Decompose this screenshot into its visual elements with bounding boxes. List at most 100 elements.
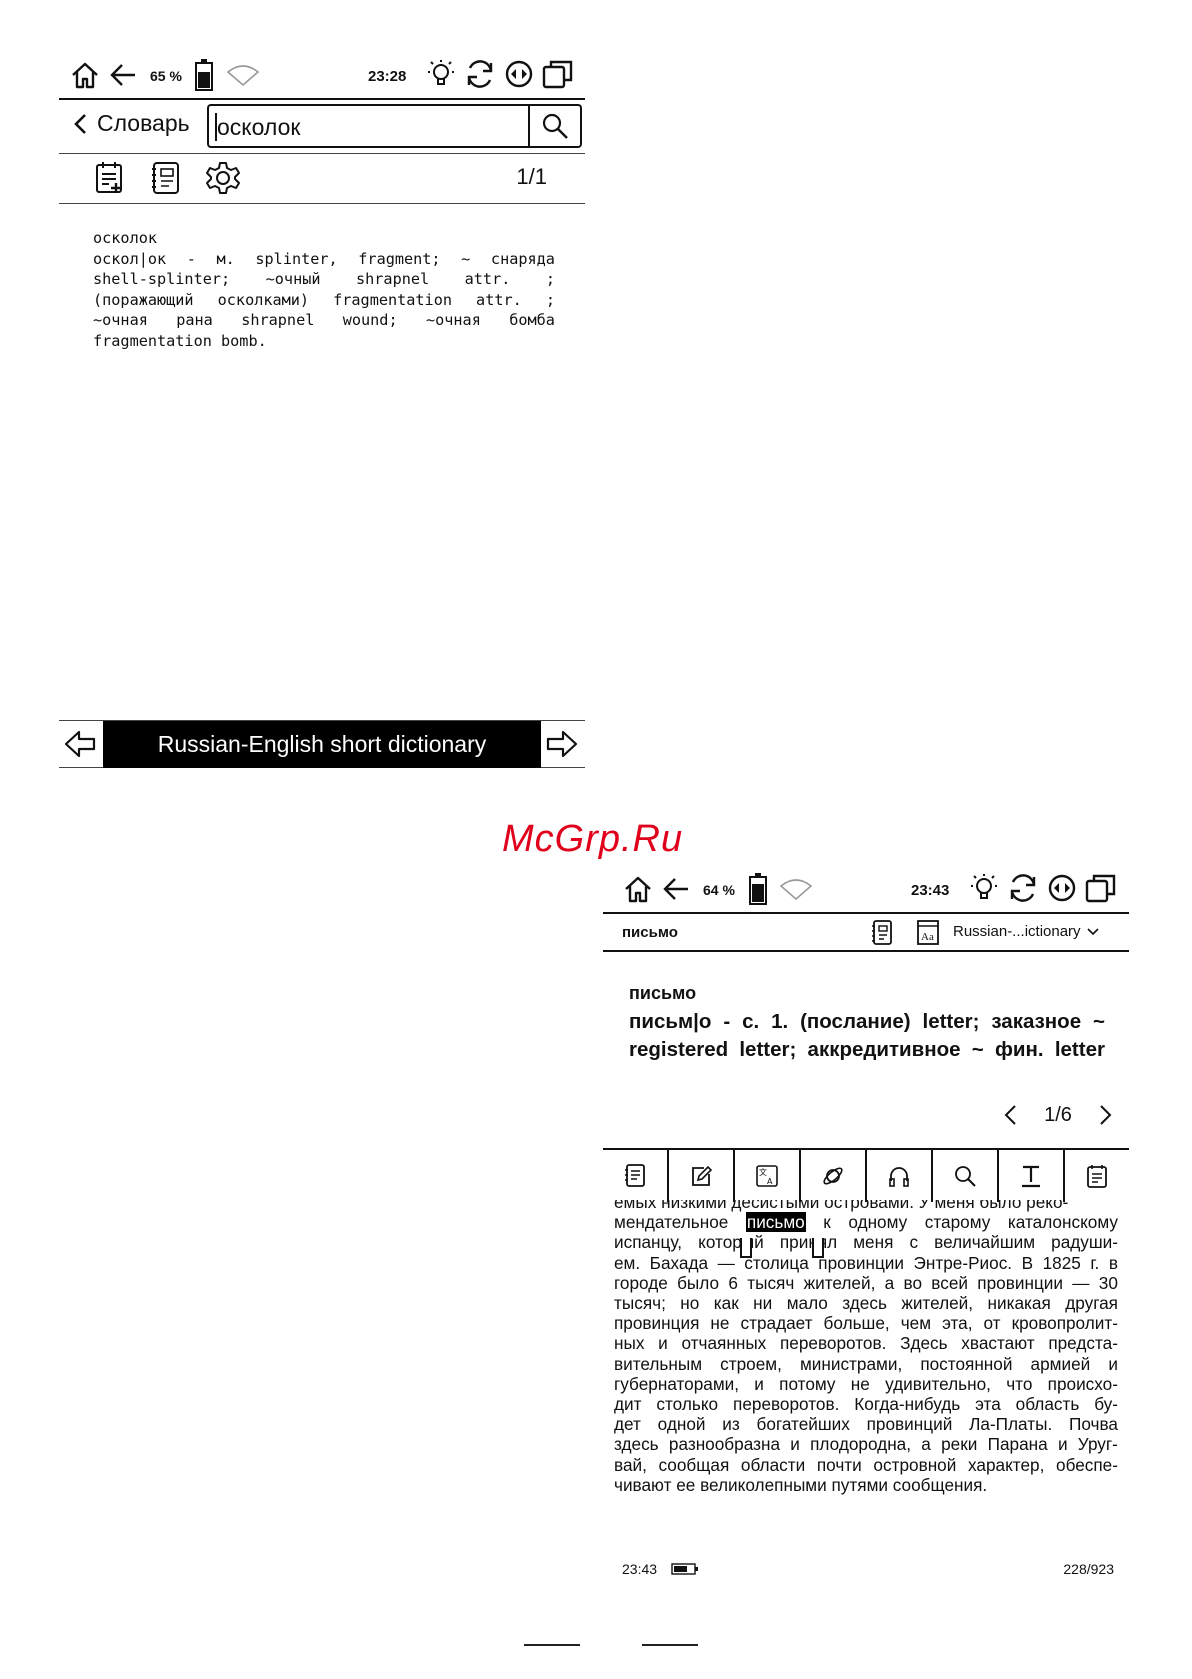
text-word: мендательное <box>614 1212 729 1233</box>
text-word: здесь <box>783 1499 828 1500</box>
text-word: области <box>740 1454 806 1475</box>
text-line: вай, сообщая области почти островной характер… <box>614 1455 1118 1475</box>
multitask-icon[interactable] <box>542 58 574 90</box>
frontlight-icon[interactable] <box>426 58 456 90</box>
text-word: 6 <box>728 1272 738 1293</box>
translation-pager: 1/6 <box>1003 1100 1113 1130</box>
entry-word: (послание) <box>800 1010 911 1033</box>
text-word: жителей, <box>803 1272 876 1293</box>
text-word: столько <box>656 1394 719 1415</box>
text-line: Язадержался здесь на пять дней, занимаясь изуч… <box>614 1499 1118 1500</box>
dictionary-tool-button[interactable] <box>603 1150 669 1202</box>
entry-word: ~ <box>461 249 471 268</box>
translate-button[interactable]: 文A <box>735 1150 801 1202</box>
page-turn-icon[interactable] <box>504 59 534 89</box>
entry-word: fragmentation bomb. <box>93 331 267 350</box>
entry-word: fragment; <box>358 249 441 268</box>
back-button[interactable]: Словарь <box>73 110 190 137</box>
notes-button[interactable] <box>1065 1150 1129 1202</box>
entry-word: letter; <box>922 1010 980 1033</box>
page-counter: 1/6 <box>1044 1103 1072 1126</box>
add-note-icon[interactable] <box>94 161 126 195</box>
text-word: строем, <box>720 1353 782 1374</box>
font-size-icon[interactable]: Aa <box>916 920 940 946</box>
text-line: вительным строем, министрами, постоянной арм… <box>614 1354 1118 1374</box>
notes-icon <box>1087 1165 1107 1188</box>
entry-word: м. <box>216 249 235 268</box>
dictionary-name[interactable]: Russian-English short dictionary <box>103 721 541 768</box>
search-text-button[interactable] <box>933 1150 999 1202</box>
text-word: Уруг- <box>1077 1434 1118 1455</box>
entry-word: снаряда <box>490 249 555 268</box>
text-word: Почва <box>1069 1414 1118 1435</box>
translate-icon: 文A <box>756 1165 778 1187</box>
text-line: провинция не страдает больше, чем эта, от крово… <box>614 1313 1118 1333</box>
text-format-button[interactable] <box>999 1150 1065 1202</box>
prev-dictionary-button[interactable] <box>63 727 99 763</box>
text-line: мендательное письмо к одному старому катало… <box>614 1212 1118 1233</box>
text-word: губернаторами, <box>614 1373 740 1394</box>
headphones-icon <box>889 1167 909 1187</box>
book-text[interactable]: емых низкими десистыми островами. У меня… <box>614 1200 1118 1500</box>
entry-word: - <box>186 249 196 268</box>
refresh-icon[interactable] <box>464 58 496 90</box>
next-page-button[interactable] <box>1099 1104 1113 1126</box>
arrow-left-icon <box>64 730 96 758</box>
page-turn-icon[interactable] <box>1047 873 1077 903</box>
text-word: из <box>722 1414 740 1435</box>
entry-word: attr. <box>464 270 511 288</box>
svg-text:文: 文 <box>759 1167 767 1177</box>
search-icon <box>542 113 568 139</box>
entry-word: splinter, <box>255 249 338 268</box>
entry-word: ; <box>545 270 555 288</box>
selection-start-handle[interactable] <box>740 1238 752 1258</box>
wifi-icon[interactable] <box>779 878 813 900</box>
dictionary-selector[interactable]: Russian-...ictionary <box>953 923 1099 940</box>
text-word: здесь <box>614 1434 659 1455</box>
chevron-left-icon <box>74 113 86 134</box>
entry-line: осколок <box>93 228 555 249</box>
text-word: разнообразна <box>668 1434 781 1455</box>
entry-word: shrapnel <box>356 270 430 288</box>
read-aloud-button[interactable] <box>867 1150 933 1202</box>
wifi-icon[interactable] <box>226 64 260 86</box>
refresh-icon[interactable] <box>1007 872 1039 904</box>
text-word: было <box>677 1272 720 1293</box>
dictionary-book-icon[interactable] <box>871 920 893 946</box>
search-button[interactable] <box>528 106 580 146</box>
text-line: здесь разнообразна и плодородна, а реки Парана… <box>614 1434 1118 1454</box>
text-word: каталонскому <box>1007 1212 1118 1233</box>
text-line: ем. Бахада — столица провинции Энтре-Риос. В 18… <box>614 1253 1118 1273</box>
search-input[interactable]: осколок <box>207 104 582 148</box>
entry-word: с. <box>742 1010 760 1033</box>
prev-page-button[interactable] <box>1003 1104 1017 1126</box>
back-arrow-icon[interactable] <box>661 874 691 904</box>
entry-word: (поражающий <box>93 290 194 309</box>
text-word: никакая <box>987 1293 1051 1314</box>
web-search-button[interactable] <box>801 1150 867 1202</box>
text-word: плодородна, <box>810 1434 912 1455</box>
back-arrow-icon[interactable] <box>108 60 138 90</box>
frontlight-icon[interactable] <box>969 872 999 904</box>
multitask-icon[interactable] <box>1085 872 1117 904</box>
entry-line: письм|о - с. 1. (послание) letter; заказное ~ <box>629 1008 1105 1036</box>
dictionary-book-icon[interactable] <box>151 161 181 195</box>
text-word: жителей, <box>901 1293 974 1314</box>
text-word: — <box>717 1252 735 1273</box>
page-rule <box>524 1644 580 1646</box>
home-icon[interactable] <box>70 60 100 90</box>
home-icon[interactable] <box>623 874 653 904</box>
text-word: городе <box>614 1272 668 1293</box>
entry-word: shrapnel <box>241 311 315 329</box>
text-word: и <box>790 1434 800 1455</box>
next-dictionary-button[interactable] <box>545 727 581 763</box>
text-word: провинций <box>866 1414 953 1435</box>
text-word: дней, <box>917 1499 960 1500</box>
selected-word[interactable]: письмо <box>745 1212 806 1233</box>
selection-end-handle[interactable] <box>812 1238 824 1258</box>
entry-word: ~очная <box>425 311 481 329</box>
settings-gear-icon[interactable] <box>205 160 241 196</box>
annotate-button[interactable] <box>669 1150 735 1202</box>
text-line: испанцу, который принял меня с величайшим раду… <box>614 1232 1118 1252</box>
text-word: ных <box>614 1333 645 1354</box>
